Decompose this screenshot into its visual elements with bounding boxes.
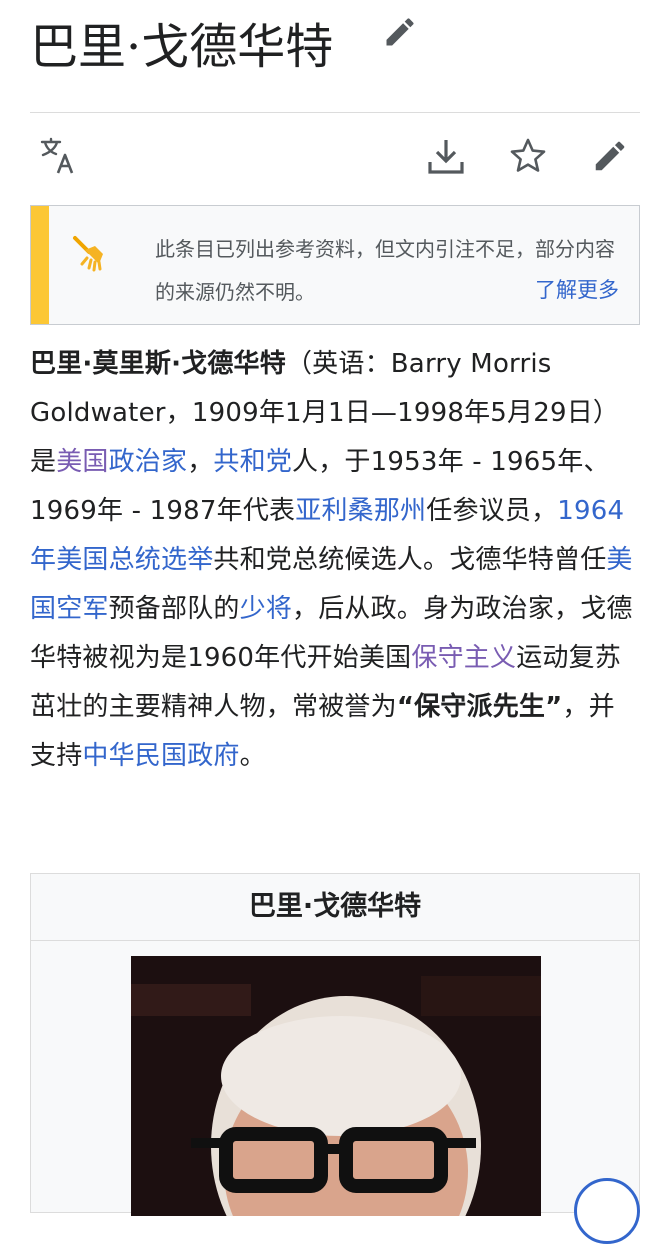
translate-icon <box>38 136 78 176</box>
learn-more-link[interactable]: 了解更多 <box>535 274 619 304</box>
maintenance-notice[interactable]: 此条目已列出参考资料，但文内引注不足，部分内容的来源仍然不明。 了解更多 <box>30 205 640 325</box>
link-major-general[interactable]: 少将 <box>240 594 292 624</box>
pencil-icon <box>591 137 629 175</box>
link-conservatism[interactable]: 保守主义 <box>411 643 516 673</box>
page-actions-toolbar <box>30 130 640 190</box>
download-button[interactable] <box>424 134 468 178</box>
lead-text: 共和党总统候选人。戈德华特曾任 <box>213 545 607 575</box>
infobox-title: 巴里·戈德华特 <box>31 874 639 941</box>
language-button[interactable] <box>36 134 80 178</box>
page-title: 巴里·戈德华特 <box>30 19 334 75</box>
link-roc-government[interactable]: 中华民国政府 <box>82 741 239 771</box>
lead-text: 任参议员， <box>426 496 558 526</box>
title-row: 巴里·戈德华特 <box>30 10 640 90</box>
broom-icon <box>69 234 109 274</box>
edit-button[interactable] <box>588 134 632 178</box>
download-icon <box>426 136 466 176</box>
article-page: 巴里·戈德华特 此条目已列出参考资料，但文内引注不足，部分内容的来源仍然不明。 … <box>0 0 670 1244</box>
infobox: 巴里·戈德华特 <box>30 873 640 1216</box>
floating-action-button[interactable] <box>574 1178 640 1244</box>
lead-paragraph: 巴里·莫里斯·戈德华特（英语：Barry Morris Goldwater，19… <box>30 340 640 781</box>
title-divider <box>30 112 640 113</box>
star-icon <box>508 136 548 176</box>
notice-accent-bar <box>31 206 49 324</box>
subject-name: 巴里·莫里斯·戈德华特 <box>30 349 286 379</box>
pencil-icon[interactable] <box>382 14 418 50</box>
lead-text: 预备部队的 <box>108 594 240 624</box>
link-united-states[interactable]: 美国 <box>56 447 108 477</box>
portrait-image[interactable] <box>131 956 541 1216</box>
watch-button[interactable] <box>506 134 550 178</box>
link-republican-party[interactable]: 共和党 <box>213 447 292 477</box>
nickname: “保守派先生” <box>396 692 563 722</box>
link-politician[interactable]: 政治家 <box>109 447 188 477</box>
lead-text: 。 <box>239 741 266 771</box>
link-arizona[interactable]: 亚利桑那州 <box>295 496 426 526</box>
lead-text: ， <box>187 447 214 477</box>
